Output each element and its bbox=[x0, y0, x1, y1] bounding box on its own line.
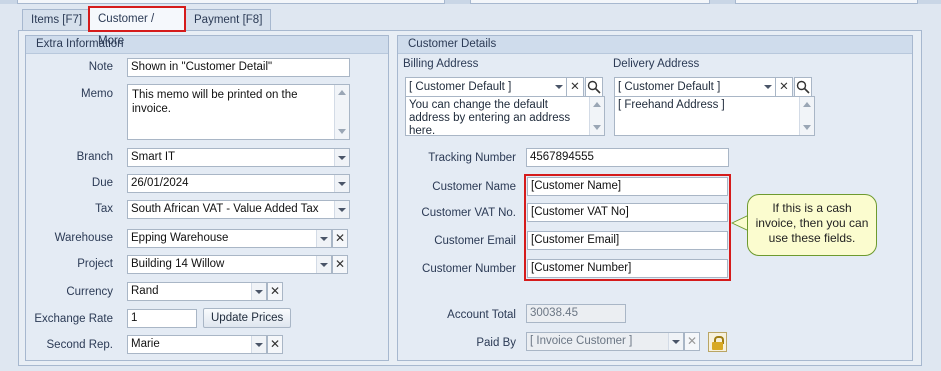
top-field bbox=[470, 0, 710, 4]
scrollbar[interactable] bbox=[799, 97, 814, 135]
scroll-up-icon[interactable] bbox=[593, 102, 601, 107]
tab-payment[interactable]: Payment [F8] bbox=[185, 9, 272, 31]
note-label: Note bbox=[88, 61, 113, 73]
due-date-picker[interactable]: 26/01/2024 bbox=[127, 174, 350, 193]
exchange-rate-label: Exchange Rate bbox=[34, 313, 113, 325]
scroll-up-icon[interactable] bbox=[803, 102, 811, 107]
top-field bbox=[735, 0, 918, 4]
scroll-up-icon[interactable] bbox=[338, 90, 346, 95]
project-value: Building 14 Willow bbox=[131, 258, 225, 270]
callout-pointer-fill bbox=[733, 216, 748, 230]
close-icon[interactable]: ✕ bbox=[332, 255, 348, 274]
scroll-down-icon[interactable] bbox=[338, 129, 346, 134]
memo-label: Memo bbox=[81, 88, 113, 100]
delivery-address-value: [ Customer Default ] bbox=[618, 81, 721, 93]
chevron-down-icon[interactable] bbox=[251, 336, 266, 353]
customer-vat-label: Customer VAT No. bbox=[421, 207, 516, 219]
tracking-number-field[interactable]: 4567894555 bbox=[526, 148, 729, 167]
tab-customer-more[interactable]: Customer / More bbox=[88, 6, 186, 47]
tracking-number-label: Tracking Number bbox=[428, 152, 516, 164]
group-title: Extra Information bbox=[26, 36, 388, 54]
top-strip bbox=[0, 0, 941, 4]
customer-name-label: Customer Name bbox=[432, 181, 516, 193]
warehouse-select[interactable]: Epping Warehouse bbox=[127, 229, 332, 248]
group-title: Customer Details bbox=[398, 36, 912, 54]
delivery-address: [ Customer Default ] ✕ [ Freehand Addres… bbox=[614, 77, 815, 137]
branch-label: Branch bbox=[76, 151, 113, 163]
search-icon[interactable] bbox=[585, 77, 603, 97]
customer-number-label: Customer Number bbox=[422, 263, 516, 275]
chevron-down-icon[interactable] bbox=[552, 78, 566, 96]
customer-name-field[interactable]: [Customer Name] bbox=[527, 177, 728, 196]
chevron-down-icon[interactable] bbox=[334, 201, 349, 218]
close-icon[interactable]: ✕ bbox=[684, 332, 700, 351]
chevron-down-icon[interactable] bbox=[316, 256, 331, 273]
second-rep-label: Second Rep. bbox=[46, 339, 114, 351]
note-field[interactable]: Shown in "Customer Detail" bbox=[127, 58, 350, 77]
currency-value: Rand bbox=[131, 285, 159, 297]
billing-address: [ Customer Default ] ✕ You can change th… bbox=[405, 77, 605, 137]
delivery-address-textarea[interactable]: [ Freehand Address ] bbox=[614, 96, 815, 136]
project-label: Project bbox=[77, 258, 113, 270]
update-prices-button[interactable]: Update Prices bbox=[203, 308, 292, 328]
currency-select[interactable]: Rand bbox=[127, 282, 267, 301]
due-value: 26/01/2024 bbox=[131, 177, 189, 189]
close-icon[interactable]: ✕ bbox=[775, 77, 793, 97]
warehouse-value: Epping Warehouse bbox=[131, 232, 229, 244]
delivery-address-select[interactable]: [ Customer Default ] bbox=[614, 77, 776, 97]
close-icon[interactable]: ✕ bbox=[267, 282, 283, 301]
branch-select[interactable]: Smart IT bbox=[127, 148, 350, 167]
second-rep-select[interactable]: Marie bbox=[127, 335, 267, 354]
paid-by-label: Paid By bbox=[476, 337, 516, 349]
chevron-down-icon[interactable] bbox=[334, 175, 349, 192]
second-rep-value: Marie bbox=[131, 338, 160, 350]
paid-by-select[interactable]: [ Invoice Customer ] bbox=[526, 332, 684, 351]
customer-vat-field[interactable]: [Customer VAT No] bbox=[527, 203, 728, 222]
branch-value: Smart IT bbox=[131, 151, 176, 163]
currency-label: Currency bbox=[66, 286, 113, 298]
search-icon[interactable] bbox=[794, 77, 812, 97]
chevron-down-icon[interactable] bbox=[761, 78, 775, 96]
delivery-address-text: [ Freehand Address ] bbox=[618, 99, 725, 111]
callout-note: If this is a cash invoice, then you can … bbox=[747, 194, 877, 256]
tax-select[interactable]: South African VAT - Value Added Tax bbox=[127, 200, 350, 219]
exchange-rate-field[interactable]: 1 bbox=[127, 309, 197, 328]
lock-icon[interactable] bbox=[708, 332, 727, 352]
due-label: Due bbox=[91, 177, 113, 189]
close-icon[interactable]: ✕ bbox=[566, 77, 584, 97]
delivery-address-label: Delivery Address bbox=[613, 58, 700, 70]
scroll-down-icon[interactable] bbox=[593, 125, 601, 130]
account-total-label: Account Total bbox=[447, 309, 516, 321]
top-field bbox=[17, 0, 445, 4]
chevron-down-icon[interactable] bbox=[668, 333, 683, 350]
close-icon[interactable]: ✕ bbox=[332, 229, 348, 248]
tab-items[interactable]: Items [F7] bbox=[22, 9, 92, 31]
close-icon[interactable]: ✕ bbox=[267, 335, 283, 354]
customer-number-field[interactable]: [Customer Number] bbox=[527, 259, 728, 278]
billing-address-label: Billing Address bbox=[403, 58, 479, 70]
billing-address-select[interactable]: [ Customer Default ] bbox=[405, 77, 567, 97]
warehouse-label: Warehouse bbox=[54, 232, 113, 244]
customer-email-field[interactable]: [Customer Email] bbox=[527, 231, 728, 250]
tax-label: Tax bbox=[95, 203, 113, 215]
billing-address-textarea[interactable]: You can change the default address by en… bbox=[405, 96, 605, 137]
memo-field[interactable]: This memo will be printed on the invoice… bbox=[127, 84, 350, 140]
memo-scrollbar[interactable] bbox=[334, 85, 349, 139]
account-total-value: 30038.45 bbox=[526, 304, 626, 323]
billing-address-text: You can change the default address by en… bbox=[409, 99, 571, 137]
memo-text: This memo will be printed on the invoice… bbox=[132, 89, 298, 115]
chevron-down-icon[interactable] bbox=[316, 230, 331, 247]
tax-value: South African VAT - Value Added Tax bbox=[131, 203, 319, 215]
customer-email-label: Customer Email bbox=[434, 235, 516, 247]
paid-by-placeholder: [ Invoice Customer ] bbox=[530, 335, 633, 347]
project-select[interactable]: Building 14 Willow bbox=[127, 255, 332, 274]
chevron-down-icon[interactable] bbox=[334, 149, 349, 166]
billing-address-value: [ Customer Default ] bbox=[409, 81, 512, 93]
scroll-down-icon[interactable] bbox=[803, 125, 811, 130]
chevron-down-icon[interactable] bbox=[251, 283, 266, 300]
scrollbar[interactable] bbox=[589, 97, 604, 135]
